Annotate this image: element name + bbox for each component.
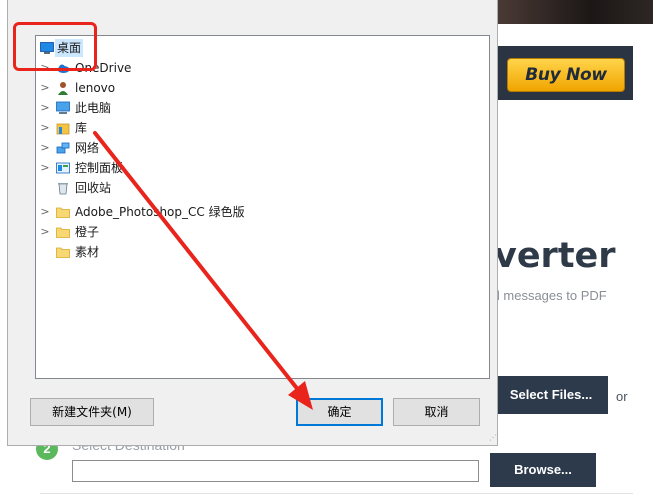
annotation-arrow [93, 131, 313, 410]
